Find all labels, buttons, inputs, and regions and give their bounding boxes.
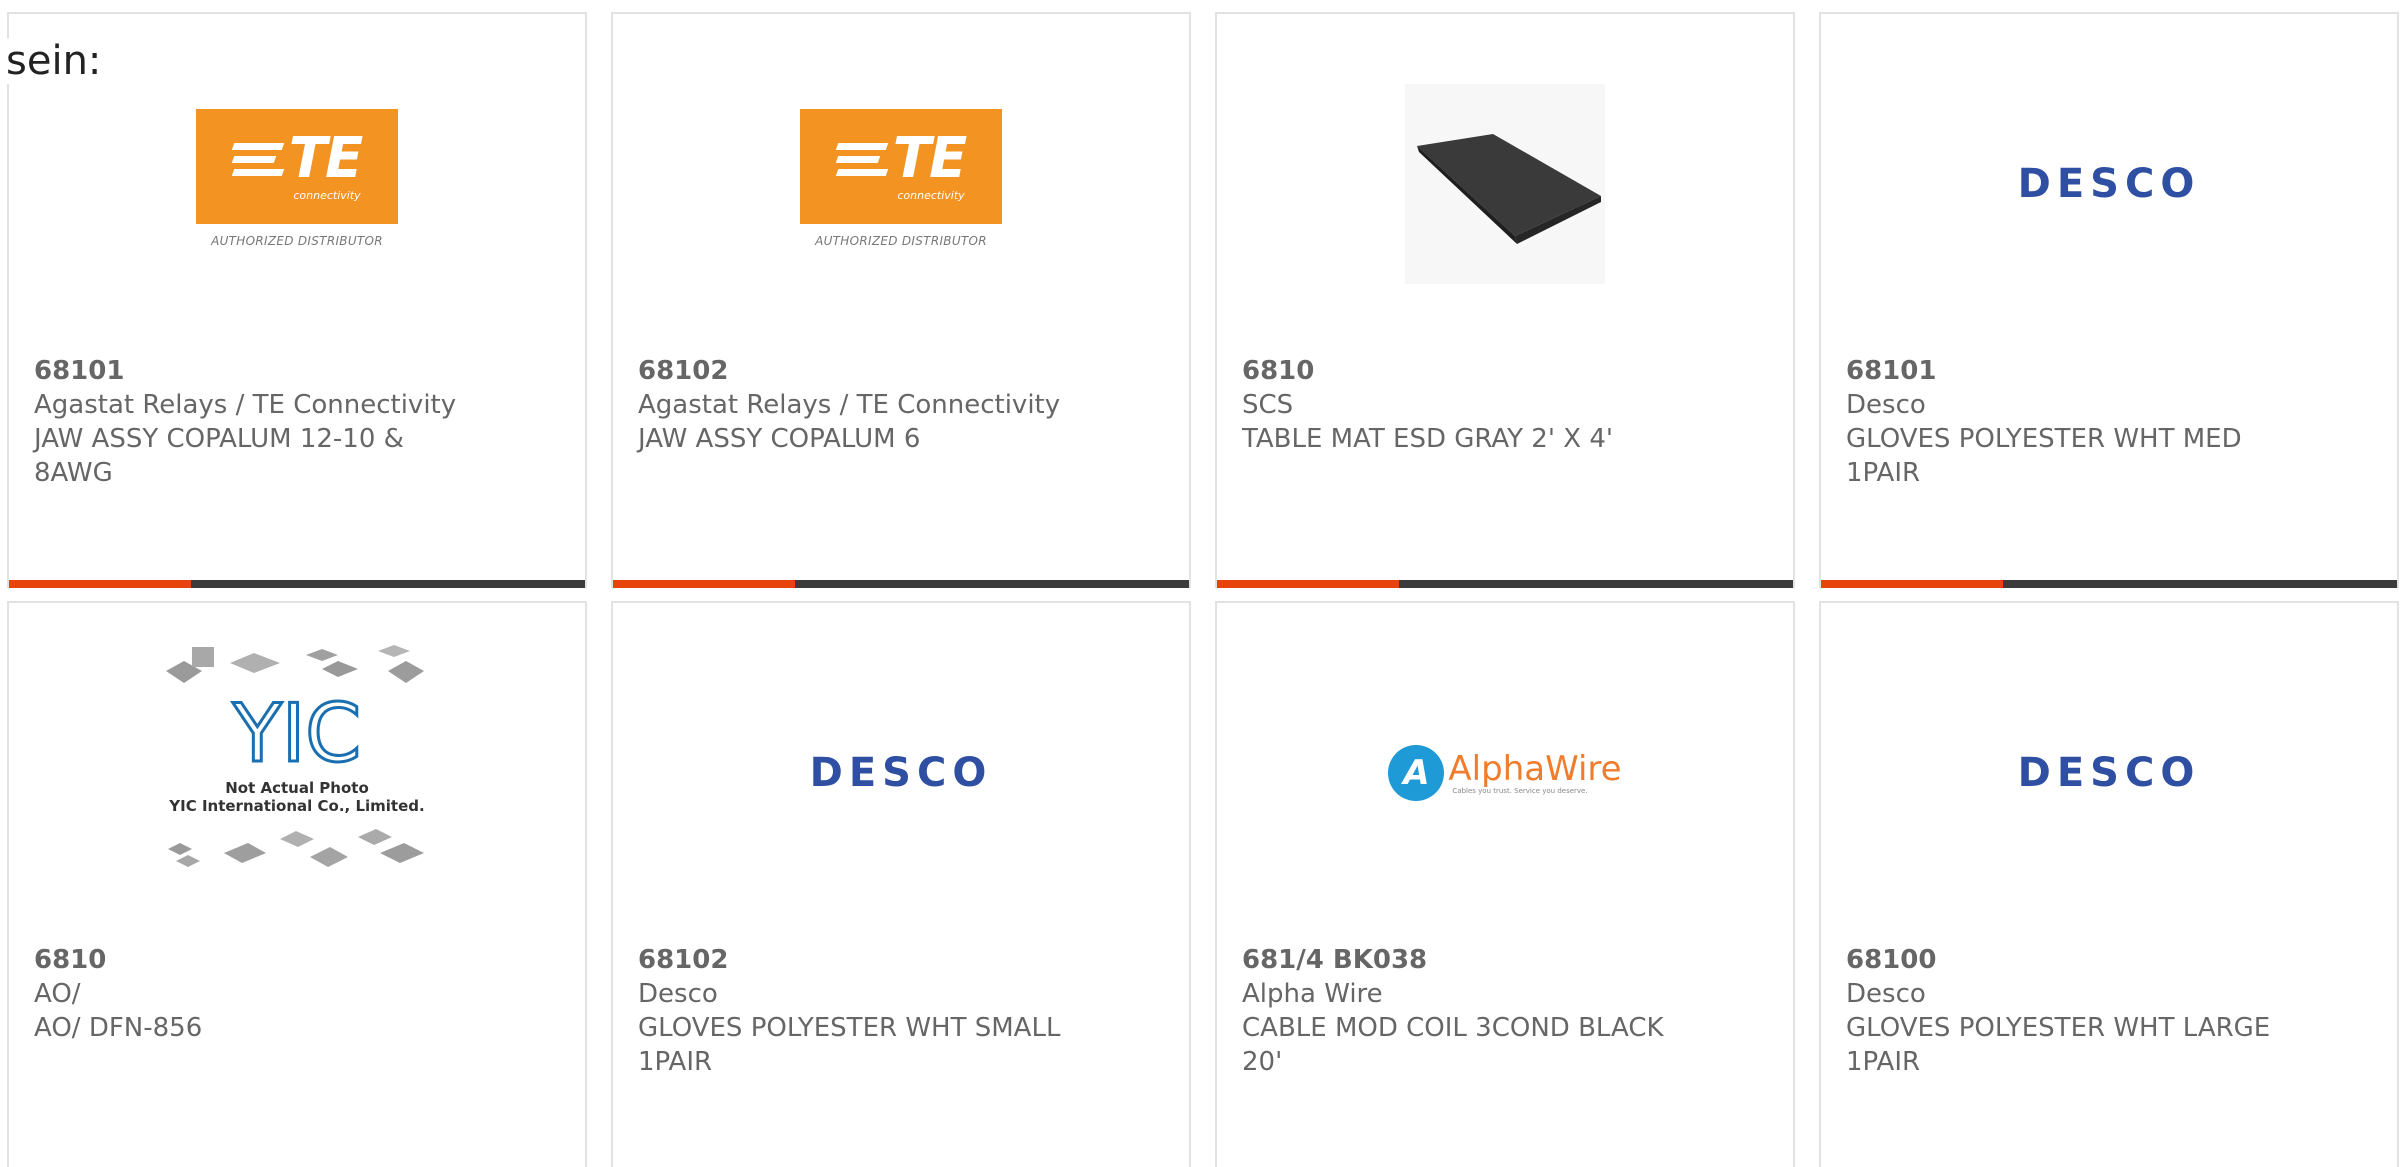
part-number[interactable]: 68102 [638,943,1078,977]
description: GLOVES POLYESTER WHT MED [1846,424,2242,454]
card-accent-bar [1821,580,2003,588]
description: JAW ASSY COPALUM 6 [638,424,921,454]
product-image: TE connectivity AUTHORIZED DISTRIBUTOR [9,74,585,294]
description: CABLE MOD COIL 3COND BLACK [1242,1013,1664,1043]
svg-text:YIC: YIC [232,687,361,780]
product-card[interactable]: TE connectivity AUTHORIZED DISTRIBUTOR 6… [611,12,1191,588]
product-info: 68101 Agastat Relays / TE Connectivity J… [34,354,474,490]
card-accent-bar [1217,580,1399,588]
lead-text: sein: [6,38,102,84]
part-number[interactable]: 68100 [1846,943,2286,977]
card-accent-bar [9,580,191,588]
product-info: 68102 Desco GLOVES POLYESTER WHT SMALL 1… [638,943,1078,1079]
manufacturer: Desco [638,979,718,1009]
product-info: 68102 Agastat Relays / TE Connectivity J… [638,354,1078,456]
desco-logo-icon: DESCO [2017,161,2201,207]
product-card[interactable]: DESCO 68102 Desco GLOVES POLYESTER WHT S… [611,601,1191,1167]
te-logo-icon: TE connectivity AUTHORIZED DISTRIBUTOR [800,109,1002,259]
product-image: DESCO [613,663,1189,883]
manufacturer: AO/ [34,979,81,1009]
alphawire-logo-icon: A AlphaWire Cables you trust. Service yo… [1388,745,1622,801]
product-card[interactable]: TE connectivity AUTHORIZED DISTRIBUTOR 6… [7,12,587,588]
table-mat-image-icon [1405,84,1605,284]
product-image: YIC Not Actual Photo YIC International C… [9,633,585,867]
part-number[interactable]: 68101 [34,354,474,388]
part-number[interactable]: 68102 [638,354,1078,388]
product-card[interactable]: DESCO 68100 Desco GLOVES POLYESTER WHT L… [1819,601,2399,1167]
description: TABLE MAT ESD GRAY 2' X 4' [1242,424,1614,454]
manufacturer: Desco [1846,390,1926,420]
manufacturer: Desco [1846,979,1926,1009]
product-image: TE connectivity AUTHORIZED DISTRIBUTOR [613,74,1189,294]
manufacturer: Agastat Relays / TE Connectivity [638,390,1061,420]
product-card[interactable]: A AlphaWire Cables you trust. Service yo… [1215,601,1795,1167]
product-info: 68101 Desco GLOVES POLYESTER WHT MED 1PA… [1846,354,2286,490]
yic-line-1: Not Actual Photo [225,779,369,797]
description: JAW ASSY COPALUM 12-10 & [34,424,404,454]
product-card[interactable]: YIC Not Actual Photo YIC International C… [7,601,587,1167]
description: GLOVES POLYESTER WHT LARGE [1846,1013,2271,1043]
product-card[interactable]: 6810 SCS TABLE MAT ESD GRAY 2' X 4' [1215,12,1795,588]
manufacturer: Agastat Relays / TE Connectivity [34,390,457,420]
part-number[interactable]: 6810 [34,943,474,977]
desco-logo-icon: DESCO [2017,750,2201,796]
desco-logo-icon: DESCO [809,750,993,796]
description-cont: 8AWG [34,458,113,488]
description-cont: 20' [1242,1047,1283,1077]
part-number[interactable]: 6810 [1242,354,1682,388]
description: GLOVES POLYESTER WHT SMALL [638,1013,1061,1043]
manufacturer: SCS [1242,390,1294,420]
product-info: 6810 AO/ AO/ DFN-856 [34,943,474,1045]
product-card[interactable]: DESCO 68101 Desco GLOVES POLYESTER WHT M… [1819,12,2399,588]
manufacturer: Alpha Wire [1242,979,1383,1009]
part-number[interactable]: 681/4 BK038 [1242,943,1682,977]
yic-line-2: YIC International Co., Limited. [169,797,425,815]
description-cont: 1PAIR [638,1047,713,1077]
card-accent-bar [613,580,795,588]
product-image: A AlphaWire Cables you trust. Service yo… [1217,663,1793,883]
description-cont: 1PAIR [1846,458,1921,488]
description: AO/ DFN-856 [34,1013,203,1043]
product-info: 68100 Desco GLOVES POLYESTER WHT LARGE 1… [1846,943,2286,1079]
part-number[interactable]: 68101 [1846,354,2286,388]
product-image [1217,74,1793,294]
product-info: 681/4 BK038 Alpha Wire CABLE MOD COIL 3C… [1242,943,1682,1079]
product-image: DESCO [1821,74,2397,294]
product-info: 6810 SCS TABLE MAT ESD GRAY 2' X 4' [1242,354,1682,456]
description-cont: 1PAIR [1846,1047,1921,1077]
product-image: DESCO [1821,663,2397,883]
yic-placeholder-icon: YIC Not Actual Photo YIC International C… [162,643,432,883]
te-logo-icon: TE connectivity AUTHORIZED DISTRIBUTOR [196,109,398,259]
